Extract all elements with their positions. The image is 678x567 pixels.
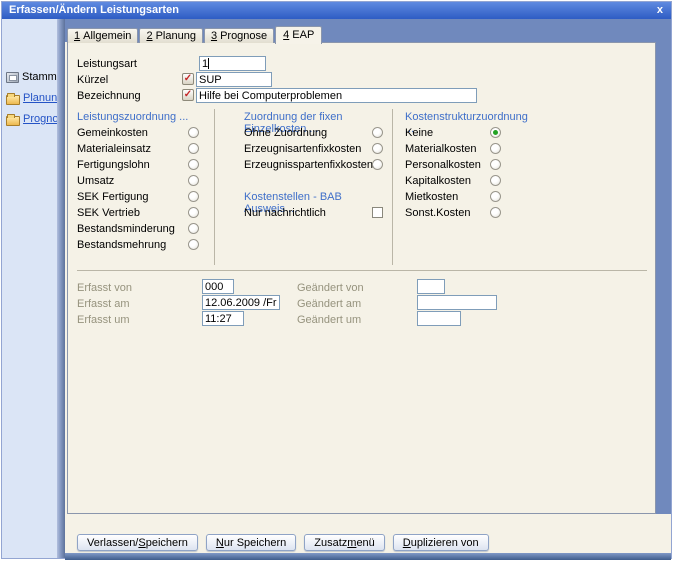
radio-option-personalkosten[interactable]: Personalkosten <box>405 159 501 173</box>
geaendert-um-label: Geändert um <box>297 314 361 326</box>
radio-icon[interactable] <box>188 239 199 250</box>
radio-icon[interactable] <box>188 191 199 202</box>
tab-prognose[interactable]: 3Prognose <box>204 28 274 43</box>
check-icon: ✓ <box>184 89 192 100</box>
radio-option-erzeugnisartenfixkosten[interactable]: Erzeugnisartenfixkosten <box>244 143 383 157</box>
radio-option-ohne-zuordnung[interactable]: Ohne Zuordnung <box>244 127 383 141</box>
tab-number: 4 <box>283 29 289 41</box>
geaendert-von-input[interactable] <box>417 279 445 294</box>
radio-option-gemeinkosten[interactable]: Gemeinkosten <box>77 127 199 141</box>
tab-label: Allgemein <box>83 30 131 42</box>
radio-icon[interactable] <box>188 127 199 138</box>
geaendert-am-label: Geändert am <box>297 298 361 310</box>
tab-label: EAP <box>292 29 314 41</box>
erfasst-um-input[interactable] <box>202 311 244 326</box>
close-icon[interactable]: x <box>657 2 663 19</box>
titlebar[interactable]: Erfassen/Ändern Leistungsarten x <box>2 2 671 19</box>
radio-option-mietkosten[interactable]: Mietkosten <box>405 191 501 205</box>
bezeichnung-check-icon[interactable]: ✓ <box>182 89 194 101</box>
kuerzel-check-icon[interactable]: ✓ <box>182 73 194 85</box>
radio-option-bestandsmehrung[interactable]: Bestandsmehrung <box>77 239 199 253</box>
erfasst-am-input[interactable] <box>202 295 280 310</box>
kuerzel-label: Kürzel <box>77 74 108 86</box>
radio-option-sek-vertrieb[interactable]: SEK Vertrieb <box>77 207 199 221</box>
radio-option-umsatz[interactable]: Umsatz <box>77 175 199 189</box>
nur-speichern-button[interactable]: Nur Speichern <box>206 534 296 551</box>
group-header: Leistungszuordnung ... <box>77 111 188 123</box>
geaendert-um-input[interactable] <box>417 311 461 326</box>
erfasst-um-label: Erfasst um <box>77 314 130 326</box>
kuerzel-input[interactable] <box>196 72 272 87</box>
tab-number: 3 <box>211 30 217 42</box>
page: Erfassen/Ändern Leistungsarten x Stammbl… <box>0 0 678 567</box>
tab-label: Prognose <box>220 30 267 42</box>
window-title: Erfassen/Ändern Leistungsarten <box>9 4 179 16</box>
radio-option-materialkosten[interactable]: Materialkosten <box>405 143 501 157</box>
radio-option-fertigungslohn[interactable]: Fertigungslohn <box>77 159 199 173</box>
folder-icon <box>6 95 20 105</box>
sidebar-divider <box>57 19 65 558</box>
radio-icon[interactable] <box>490 143 501 154</box>
window-body: Stammblatt Planung Prognose 1Allgemein <box>2 19 671 558</box>
verlassen-speichern-button[interactable]: Verlassen/Speichern <box>77 534 198 551</box>
radio-option-sek-fertigung[interactable]: SEK Fertigung <box>77 191 199 205</box>
sidebar-item-planung[interactable]: Planung <box>6 90 63 106</box>
checkbox-icon[interactable] <box>372 207 383 218</box>
tab-page-eap: Leistungsart 1 Kürzel ✓ Bezeichnung ✓ <box>67 42 656 514</box>
tab-planung[interactable]: 2 Planung <box>139 28 203 43</box>
checkbox-option-nur-nachrichtlich[interactable]: Nur nachrichtlich <box>244 207 383 221</box>
column-divider <box>392 109 393 265</box>
geaendert-von-label: Geändert von <box>297 282 364 294</box>
radio-icon[interactable] <box>372 159 383 170</box>
radio-icon[interactable] <box>490 191 501 202</box>
leistungsart-label: Leistungsart <box>77 58 137 70</box>
leistungsart-input[interactable]: 1 <box>199 56 266 71</box>
radio-icon[interactable] <box>490 175 501 186</box>
button-row: Verlassen/Speichern Nur Speichern Zusatz… <box>77 534 489 551</box>
folder-icon <box>6 116 20 126</box>
bottom-edge-strip <box>65 553 671 560</box>
tab-label: Planung <box>156 30 196 42</box>
radio-icon[interactable] <box>372 143 383 154</box>
main-area: 1Allgemein 2Planung 3Prognose 4EAP Leist… <box>65 19 671 558</box>
column-divider <box>214 109 215 265</box>
radio-option-materialeinsatz[interactable]: Materialeinsatz <box>77 143 199 157</box>
radio-icon[interactable] <box>188 159 199 170</box>
tab-strip: 1Allgemein 2 Planung 3Prognose 4EAP <box>67 26 323 43</box>
tab-allgemein[interactable]: 1Allgemein <box>67 28 138 43</box>
geaendert-am-input[interactable] <box>417 295 497 310</box>
right-band <box>656 19 671 514</box>
card-icon <box>6 72 19 83</box>
radio-option-erzeugnisspartenfixkosten[interactable]: Erzeugnisspartenfixkosten <box>244 159 383 173</box>
bezeichnung-input[interactable] <box>196 88 477 103</box>
section-separator <box>77 270 647 271</box>
dialog-window: Erfassen/Ändern Leistungsarten x Stammbl… <box>1 1 672 559</box>
tab-eap[interactable]: 4EAP <box>275 26 322 44</box>
sidebar: Stammblatt Planung Prognose <box>2 19 57 558</box>
radio-option-bestandsminderung[interactable]: Bestandsminderung <box>77 223 199 237</box>
zusatzmenu-button[interactable]: Zusatzmenü <box>304 534 385 551</box>
radio-icon[interactable] <box>188 143 199 154</box>
radio-icon-selected[interactable] <box>490 127 501 138</box>
erfasst-von-label: Erfasst von <box>77 282 132 294</box>
erfasst-am-label: Erfasst am <box>77 298 130 310</box>
check-icon: ✓ <box>184 73 192 84</box>
radio-option-sonst-kosten[interactable]: Sonst.Kosten <box>405 207 501 221</box>
tab-number: 1 <box>74 30 80 42</box>
radio-icon[interactable] <box>188 175 199 186</box>
radio-icon[interactable] <box>372 127 383 138</box>
radio-icon[interactable] <box>490 159 501 170</box>
duplizieren-von-button[interactable]: Duplizieren von <box>393 534 489 551</box>
tab-number: 2 <box>146 30 152 42</box>
text-caret <box>208 58 209 69</box>
radio-icon[interactable] <box>490 207 501 218</box>
radio-icon[interactable] <box>188 223 199 234</box>
bezeichnung-label: Bezeichnung <box>77 90 141 102</box>
erfasst-von-input[interactable] <box>202 279 234 294</box>
radio-option-kapitalkosten[interactable]: Kapitalkosten <box>405 175 501 189</box>
radio-option-keine[interactable]: Keine <box>405 127 501 141</box>
radio-icon[interactable] <box>188 207 199 218</box>
